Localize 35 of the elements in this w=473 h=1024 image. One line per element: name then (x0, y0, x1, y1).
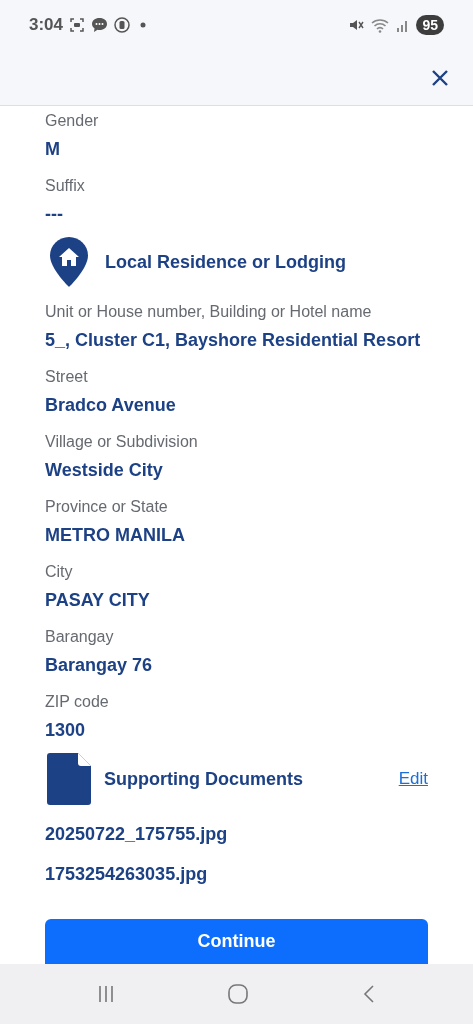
field-label: Village or Subdivision (45, 432, 198, 452)
field-label: Street (45, 367, 88, 387)
field-value: 1300 (45, 719, 86, 742)
file-name[interactable]: 1753254263035.jpg (45, 862, 208, 886)
document-icon (47, 753, 91, 805)
field-label: Barangay (45, 627, 114, 647)
section-title: Supporting Documents (104, 767, 303, 791)
field-label: ZIP code (45, 692, 109, 712)
edit-link[interactable]: Edit (398, 766, 428, 792)
field-value: --- (45, 203, 63, 226)
section-title: Local Residence or Lodging (105, 250, 347, 274)
field-label: Unit or House number, Building or Hotel name (45, 302, 372, 322)
field-label: Gender (45, 111, 99, 131)
mute-icon (348, 17, 365, 33)
field-value: Westside City (45, 459, 163, 482)
screenshot-icon (69, 17, 86, 33)
field-value: M (45, 138, 60, 161)
battery-level: 95 (416, 15, 444, 35)
wifi-icon (370, 17, 391, 33)
home-icon[interactable] (227, 983, 250, 1005)
app-icon (114, 17, 131, 33)
chat-icon (91, 17, 109, 33)
continue-button[interactable]: Continue (45, 919, 428, 964)
field-value: Bradco Avenue (45, 394, 176, 417)
field-value: METRO MANILA (45, 524, 185, 547)
dot-icon (140, 22, 147, 28)
file-name[interactable]: 20250722_175755.jpg (45, 822, 228, 846)
field-value: Barangay 76 (45, 654, 153, 677)
field-value: PASAY CITY (45, 589, 150, 612)
field-label: Suffix (45, 176, 85, 196)
home-pin-icon (49, 236, 89, 288)
field-label: Province or State (45, 497, 168, 517)
clock: 3:04 (29, 14, 64, 37)
field-label: City (45, 562, 73, 582)
field-value: 5_, Cluster C1, Bayshore Residential Resort (45, 329, 421, 352)
